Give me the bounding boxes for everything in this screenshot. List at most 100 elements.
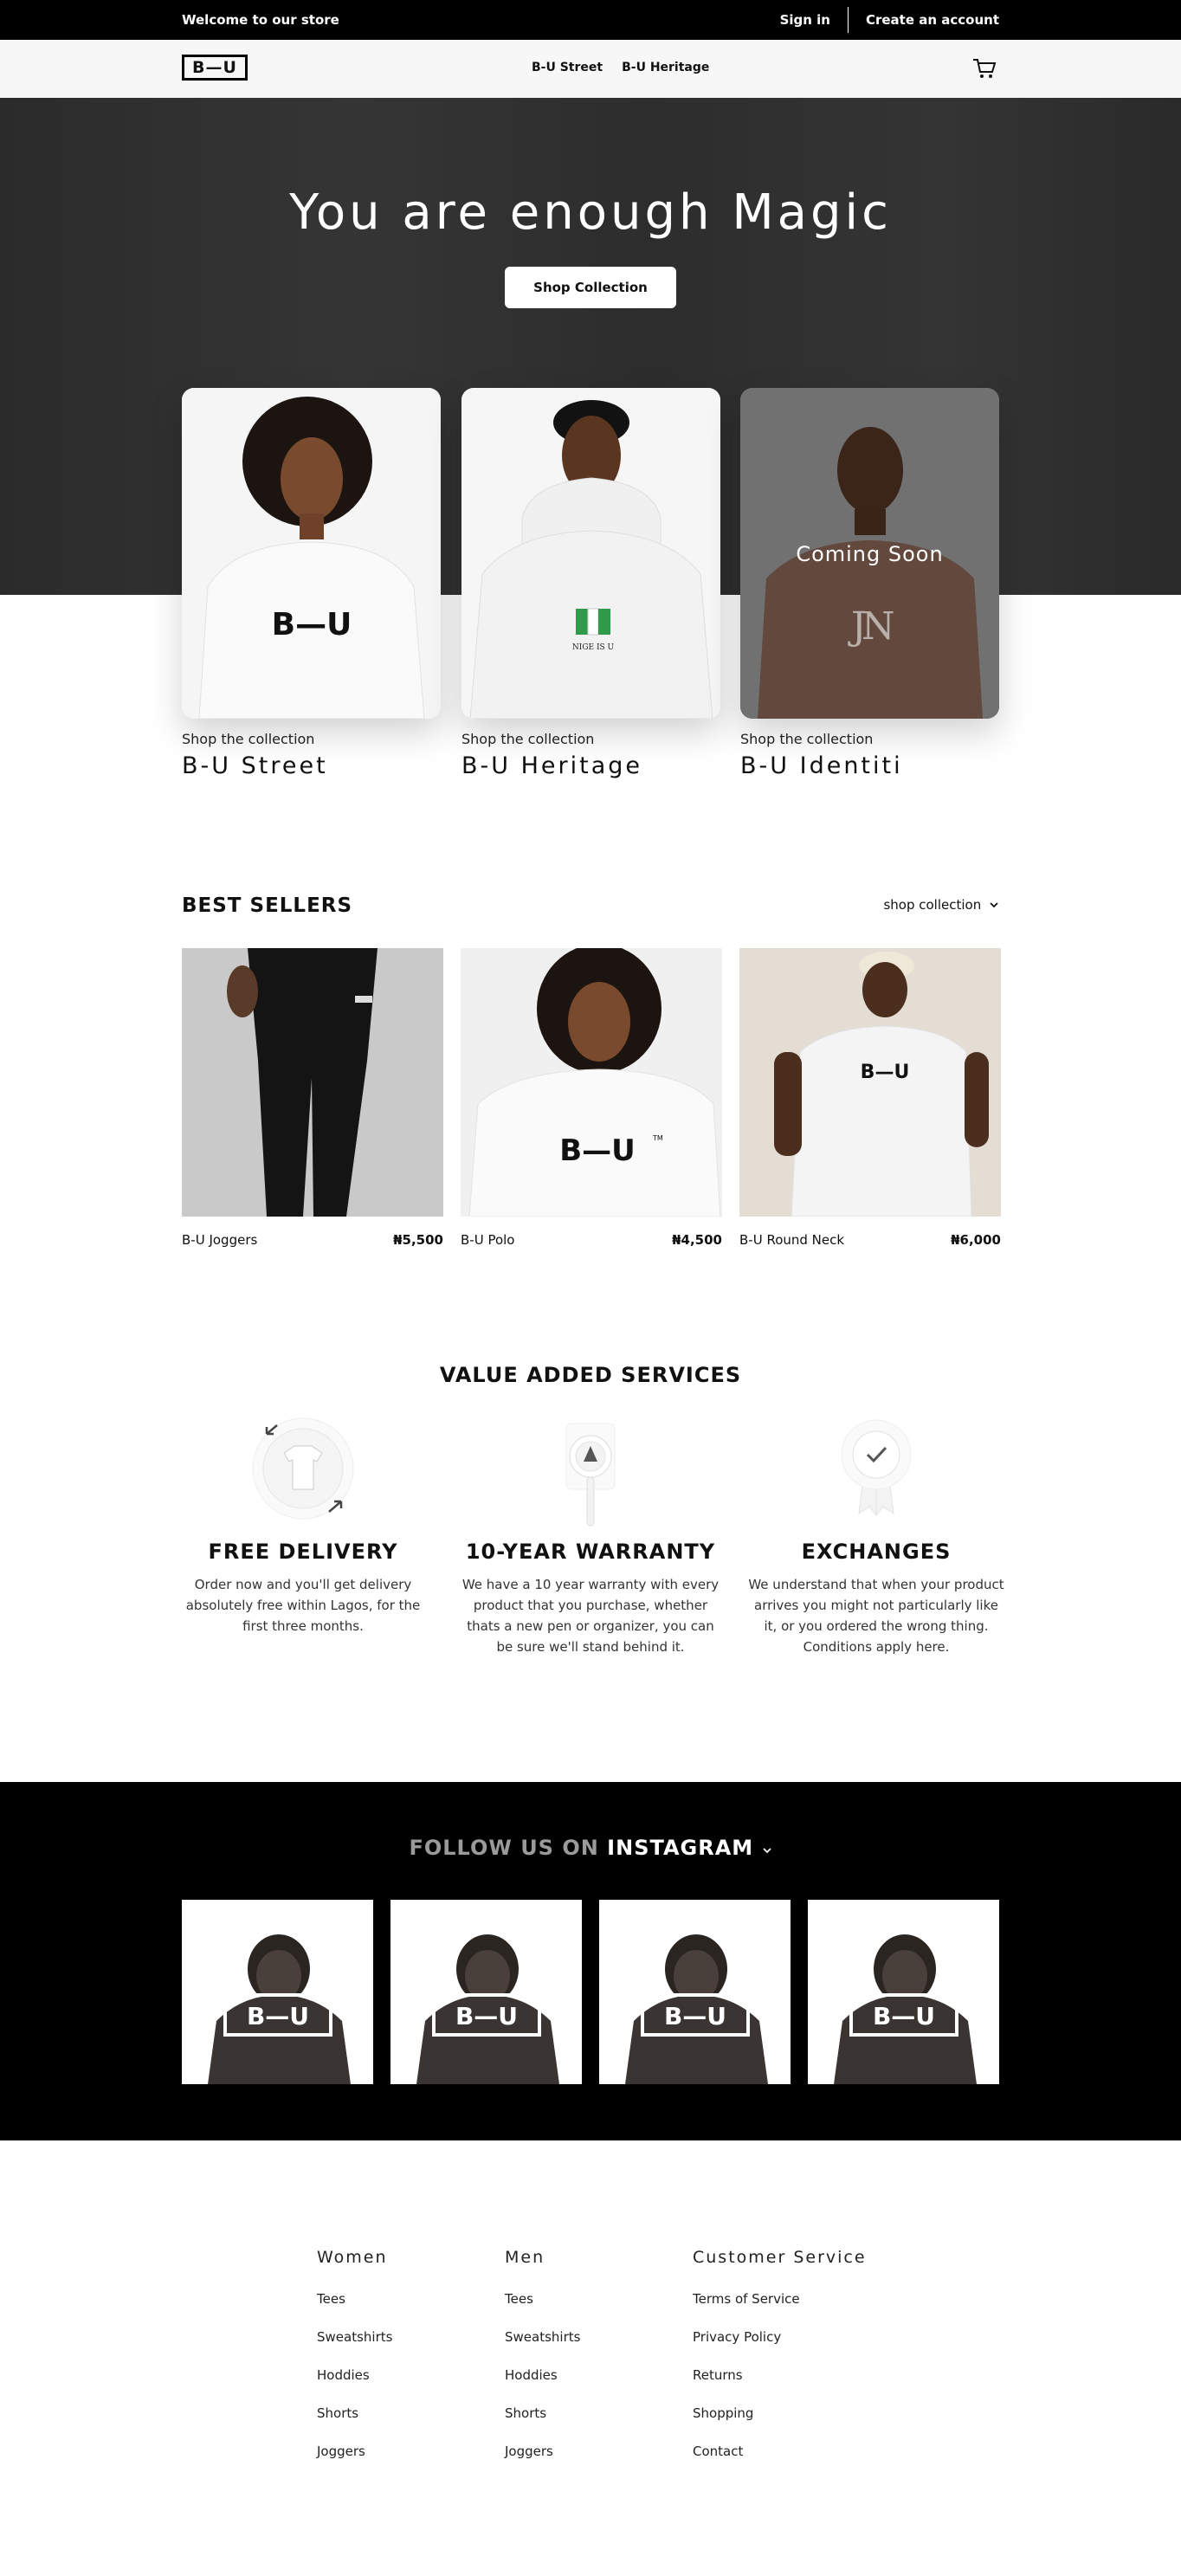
product-meta: B-U Joggers ₦5,500 xyxy=(182,1232,443,1248)
product-image[interactable]: B—U xyxy=(739,948,1001,1217)
collection-card-heritage[interactable]: NIGE IS U Shop the collection B-U Herita… xyxy=(461,388,720,779)
service-exchanges: EXCHANGES We understand that when your p… xyxy=(746,1417,1006,1657)
footer-link[interactable]: Contact xyxy=(693,2444,867,2482)
footer-heading: Women xyxy=(317,2248,388,2267)
shirt-logo: B—U xyxy=(861,1062,910,1083)
footer-link[interactable]: Shorts xyxy=(317,2405,392,2444)
chevron-down-icon xyxy=(762,1848,771,1854)
instagram-photo: B—U xyxy=(182,1900,373,2084)
product-card[interactable]: B—U TM B-U Polo ₦4,500 xyxy=(461,948,722,1248)
collection-name[interactable]: B-U Street xyxy=(182,752,441,779)
shirt-logo: B—U xyxy=(559,1133,636,1168)
instagram-photo: B—U xyxy=(599,1900,791,2084)
page: Welcome to our store Sign in Create an a… xyxy=(0,0,1181,2576)
nav-item-street[interactable]: B-U Street xyxy=(532,61,603,74)
badge-check-icon xyxy=(841,1419,912,1517)
footer-link[interactable]: Sweatshirts xyxy=(317,2329,392,2367)
footer-column-women: Women Tees Sweatshirts Hoddies Shorts Jo… xyxy=(317,2248,392,2482)
joggers-photo xyxy=(182,948,443,1217)
instagram-title[interactable]: FOLLOW US ON INSTAGRAM xyxy=(0,1836,1181,1860)
footer-column-men: Men Tees Sweatshirts Hoddies Shorts Jogg… xyxy=(505,2248,580,2482)
service-title: EXCHANGES xyxy=(801,1540,952,1564)
footer-link[interactable]: Shorts xyxy=(505,2405,580,2444)
service-warranty: 10-YEAR WARRANTY We have a 10 year warra… xyxy=(461,1417,720,1657)
shop-collection-button[interactable]: Shop Collection xyxy=(505,267,676,308)
collection-image[interactable]: J N Coming Soon xyxy=(740,388,999,719)
footer-link[interactable]: Joggers xyxy=(317,2444,392,2482)
service-title: 10-YEAR WARRANTY xyxy=(465,1540,716,1564)
footer-column-customer-service: Customer Service Terms of Service Privac… xyxy=(693,2248,867,2482)
instagram-photo: B—U xyxy=(808,1900,999,2084)
instagram-tile-logo: B—U xyxy=(455,2002,518,2030)
instagram-tile-logo: B—U xyxy=(873,2002,935,2030)
instagram-post[interactable]: B—U xyxy=(390,1900,582,2084)
footer-heading: Men xyxy=(505,2248,545,2267)
collection-image[interactable]: B—U xyxy=(182,388,441,719)
product-price: ₦6,000 xyxy=(951,1232,1001,1248)
delivery-icon xyxy=(252,1417,354,1520)
top-bar: Welcome to our store Sign in Create an a… xyxy=(0,0,1181,40)
model-photo-heritage: NIGE IS U xyxy=(461,388,720,719)
nav-item-heritage[interactable]: B-U Heritage xyxy=(622,61,709,74)
instagram-brand: INSTAGRAM xyxy=(607,1836,754,1860)
create-account-link[interactable]: Create an account xyxy=(866,12,999,28)
product-name[interactable]: B-U Joggers xyxy=(182,1232,257,1248)
instagram-section: FOLLOW US ON INSTAGRAM B—U B—U B—U B—U xyxy=(0,1782,1181,2140)
footer-link[interactable]: Terms of Service xyxy=(693,2291,867,2329)
account-links: Sign in Create an account xyxy=(780,0,999,40)
instagram-post[interactable]: B—U xyxy=(808,1900,999,2084)
trademark-mark: TM xyxy=(652,1134,663,1142)
collection-card-identiti[interactable]: J N Coming Soon Shop the collection B-U … xyxy=(740,388,999,779)
instagram-tile-logo: B—U xyxy=(664,2002,726,2030)
product-card[interactable]: B—U B-U Round Neck ₦6,000 xyxy=(739,948,1001,1248)
logo[interactable]: B—U xyxy=(182,55,248,81)
product-image[interactable] xyxy=(182,948,443,1217)
instagram-prefix: FOLLOW US ON xyxy=(409,1836,608,1860)
product-name[interactable]: B-U Round Neck xyxy=(739,1232,844,1248)
warranty-icon xyxy=(565,1423,616,1527)
instagram-post[interactable]: B—U xyxy=(182,1900,373,2084)
product-meta: B-U Polo ₦4,500 xyxy=(461,1232,722,1248)
footer-link[interactable]: Returns xyxy=(693,2367,867,2405)
heritage-print: NIGE IS U xyxy=(572,643,615,652)
collection-name[interactable]: B-U Identiti xyxy=(740,752,999,779)
collection-card-street[interactable]: B—U Shop the collection B-U Street xyxy=(182,388,441,779)
sign-in-link[interactable]: Sign in xyxy=(780,12,830,28)
collection-name[interactable]: B-U Heritage xyxy=(461,752,720,779)
service-title: FREE DELIVERY xyxy=(208,1540,398,1564)
svg-text:N: N xyxy=(862,604,895,649)
welcome-text: Welcome to our store xyxy=(182,12,339,28)
footer-link[interactable]: Tees xyxy=(505,2291,580,2329)
cart-icon[interactable] xyxy=(971,55,997,81)
services-title: VALUE ADDED SERVICES xyxy=(439,1363,742,1387)
instagram-post[interactable]: B—U xyxy=(599,1900,791,2084)
footer-link[interactable]: Shopping xyxy=(693,2405,867,2444)
hero-title: You are enough Magic xyxy=(289,184,892,241)
instagram-photo: B—U xyxy=(390,1900,582,2084)
footer-link[interactable]: Sweatshirts xyxy=(505,2329,580,2367)
footer-link[interactable]: Hoddies xyxy=(505,2367,580,2405)
product-price: ₦4,500 xyxy=(672,1232,722,1248)
best-sellers-title: BEST SELLERS xyxy=(182,894,353,917)
nav-menu: B-U Street B-U Heritage xyxy=(532,61,709,74)
collection-sub: Shop the collection xyxy=(182,731,315,747)
collection-image[interactable]: NIGE IS U xyxy=(461,388,720,719)
footer-link[interactable]: Privacy Policy xyxy=(693,2329,867,2367)
product-name[interactable]: B-U Polo xyxy=(461,1232,514,1248)
main-nav: B—U B-U Street B-U Heritage xyxy=(0,40,1181,98)
footer-link[interactable]: Joggers xyxy=(505,2444,580,2482)
service-text: We understand that when your product arr… xyxy=(748,1577,1004,1655)
service-text: We have a 10 year warranty with every pr… xyxy=(461,1577,720,1655)
shop-collection-label: shop collection xyxy=(883,897,982,913)
product-image[interactable]: B—U TM xyxy=(461,948,722,1217)
model-photo-street: B—U xyxy=(182,388,441,719)
collection-sub: Shop the collection xyxy=(740,731,874,747)
polo-photo: B—U TM xyxy=(461,948,722,1217)
shirt-logo: B—U xyxy=(272,607,352,642)
collection-sub: Shop the collection xyxy=(461,731,595,747)
footer-link[interactable]: Tees xyxy=(317,2291,392,2329)
product-card[interactable]: B-U Joggers ₦5,500 xyxy=(182,948,443,1248)
round-neck-photo: B—U xyxy=(739,948,1001,1217)
footer-link[interactable]: Hoddies xyxy=(317,2367,392,2405)
shop-collection-link[interactable]: shop collection xyxy=(883,897,999,913)
